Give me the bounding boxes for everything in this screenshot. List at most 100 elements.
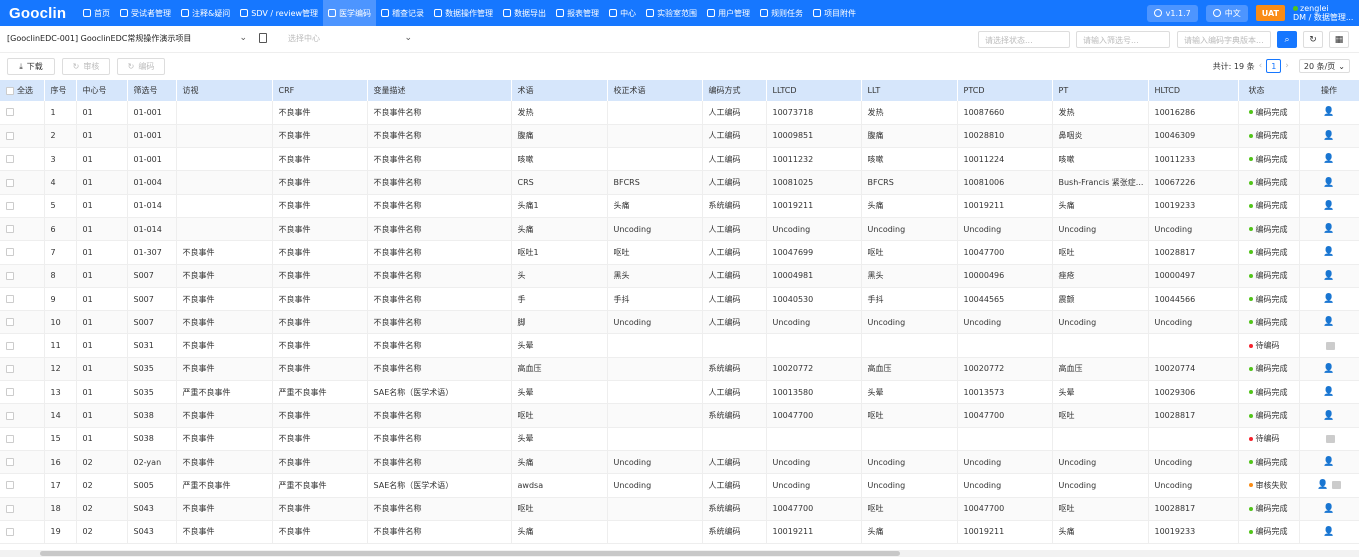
- current-page[interactable]: 1: [1266, 59, 1282, 73]
- column-header[interactable]: LLTCD: [766, 80, 862, 101]
- row-checkbox[interactable]: [6, 411, 14, 420]
- table-row[interactable]: 4 01 01-004 不良事件 不良事件名称 CRS BFCRS 人工编码 10081025 B…: [0, 170, 1359, 195]
- table-row[interactable]: 9 01 S007 不良事件 不良事件 不良事件名称手手抖 人工编码 10040530 手抖 10…: [0, 287, 1359, 312]
- assign-user-icon[interactable]: 👤: [1323, 364, 1334, 374]
- row-checkbox[interactable]: [6, 364, 14, 373]
- assign-user-icon[interactable]: 👤: [1323, 247, 1334, 257]
- column-header[interactable]: 筛选号: [127, 80, 177, 101]
- nav-item-2[interactable]: 注释&疑问: [176, 0, 235, 26]
- column-header[interactable]: 操作: [1299, 80, 1359, 101]
- row-checkbox[interactable]: [6, 201, 14, 210]
- row-checkbox[interactable]: [6, 434, 14, 443]
- nav-item-12[interactable]: 规则任务: [755, 0, 808, 26]
- column-header[interactable]: 中心号: [76, 80, 128, 101]
- select-all-header[interactable]: 全选: [0, 80, 45, 101]
- column-header[interactable]: 变量描述: [367, 80, 512, 101]
- assign-user-icon[interactable]: 👤: [1323, 294, 1334, 304]
- nav-item-1[interactable]: 受试者管理: [115, 0, 176, 26]
- table-row[interactable]: 19 02 S043 不良事件 不良事件 不良事件名称 头痛 系统编码 10019211 头痛 10…: [0, 520, 1359, 545]
- nav-item-13[interactable]: 项目附件: [808, 0, 861, 26]
- nav-item-11[interactable]: 用户管理: [702, 0, 755, 26]
- row-checkbox[interactable]: [6, 318, 14, 327]
- edit-code-icon[interactable]: [1326, 341, 1335, 350]
- column-header[interactable]: HLTCD: [1148, 80, 1239, 101]
- assign-user-icon[interactable]: 👤: [1323, 271, 1334, 281]
- table-row[interactable]: 1 01 01-001 不良事件 不良事件名称 发热 人工编码 10073718 发热 10087…: [0, 101, 1359, 125]
- row-checkbox[interactable]: [6, 504, 14, 513]
- table-row[interactable]: 14 01 S038 不良事件 不良事件 不良事件名称 呕吐 系统编码 10047700 呕吐 10…: [0, 403, 1359, 428]
- assign-user-icon[interactable]: 👤: [1317, 480, 1328, 490]
- project-select[interactable]: [GooclinEDC-001] GooclinEDC常规操作演示项目 ⌄: [7, 33, 247, 47]
- assign-user-icon[interactable]: 👤: [1323, 178, 1334, 188]
- column-header[interactable]: 校正术语: [607, 80, 703, 101]
- row-checkbox[interactable]: [6, 271, 14, 280]
- row-checkbox[interactable]: [6, 155, 14, 164]
- nav-item-9[interactable]: 中心: [604, 0, 641, 26]
- assign-user-icon[interactable]: 👤: [1323, 457, 1334, 467]
- status-select[interactable]: 请选择状态...: [978, 31, 1070, 48]
- select-all-checkbox[interactable]: [6, 86, 14, 95]
- table-row[interactable]: 5 01 01-014 不良事件 不良事件名称 头痛1 头痛 系统编码 10019211 头痛 10…: [0, 194, 1359, 218]
- dictionary-version-input[interactable]: 请输入编码字典版本...: [1177, 31, 1271, 48]
- column-header[interactable]: PTCD: [957, 80, 1053, 101]
- prev-page-icon[interactable]: ‹: [1259, 61, 1263, 71]
- table-row[interactable]: 18 02 S043 不良事件 不良事件 不良事件名称 呕吐 系统编码 10047700 呕吐 10…: [0, 497, 1359, 521]
- row-checkbox[interactable]: [6, 481, 14, 490]
- table-row[interactable]: 11 01 S031 不良事件 不良事件 不良事件名称 头晕 待编码: [0, 333, 1359, 358]
- row-checkbox[interactable]: [6, 108, 14, 117]
- table-row[interactable]: 13 01 S035 严重不良事件 严重不良事件 SAE名称（医学术语） 头晕 人工编码 100…: [0, 380, 1359, 405]
- column-header[interactable]: CRF: [272, 80, 368, 101]
- nav-item-5[interactable]: 稽查记录: [376, 0, 429, 26]
- scrollbar-thumb[interactable]: [40, 551, 900, 556]
- row-checkbox[interactable]: [6, 131, 14, 140]
- table-row[interactable]: 12 01 S035 不良事件 不良事件 不良事件名称 高血压 系统编码 10020772 高血压…: [0, 357, 1359, 382]
- assign-user-icon[interactable]: 👤: [1323, 201, 1334, 211]
- table-row[interactable]: 7 01 01-307 不良事件 不良事件 不良事件名称 呕吐1 呕吐 人工编码 10047699…: [0, 240, 1359, 265]
- version-button[interactable]: v1.1.7: [1146, 4, 1198, 22]
- table-row[interactable]: 8 01 S007 不良事件 不良事件 不良事件名称头黑头 人工编码 10004981 黑头 10…: [0, 264, 1359, 288]
- edit-code-icon[interactable]: [1331, 480, 1341, 489]
- download-button[interactable]: ⤓ 下载: [7, 58, 55, 75]
- column-header[interactable]: PT: [1052, 80, 1149, 101]
- assign-user-icon[interactable]: 👤: [1323, 107, 1334, 117]
- column-header[interactable]: LLT: [861, 80, 958, 101]
- assign-user-icon[interactable]: 👤: [1323, 317, 1334, 327]
- horizontal-scrollbar[interactable]: [0, 550, 1359, 557]
- page-size-select[interactable]: 20 条/页 ⌄: [1298, 59, 1350, 73]
- row-checkbox[interactable]: [6, 341, 14, 350]
- nav-item-4[interactable]: 医学编码: [323, 0, 377, 26]
- user-menu[interactable]: zenglei DM / 数据管理...: [1293, 4, 1359, 22]
- nav-item-7[interactable]: 数据导出: [498, 0, 551, 26]
- app-logo[interactable]: Gooclin: [0, 5, 78, 22]
- assign-user-icon[interactable]: 👤: [1323, 387, 1334, 397]
- search-button[interactable]: ⌕: [1277, 31, 1297, 48]
- nav-item-10[interactable]: 实验室范围: [641, 0, 702, 26]
- assign-user-icon[interactable]: 👤: [1323, 504, 1334, 514]
- column-header[interactable]: 编码方式: [702, 80, 767, 101]
- nav-item-3[interactable]: SDV / review管理: [235, 0, 323, 26]
- column-header[interactable]: 状态: [1238, 80, 1300, 101]
- table-row[interactable]: 16 02 02-yan 不良事件 不良事件 不良事件名称 头痛 Uncoding 人工编码 Un…: [0, 450, 1359, 475]
- column-settings-button[interactable]: ▦: [1329, 31, 1349, 48]
- assign-user-icon[interactable]: 👤: [1323, 411, 1334, 421]
- project-document-icon[interactable]: [259, 33, 267, 43]
- table-row[interactable]: 2 01 01-001 不良事件 不良事件名称 腹痛 人工编码 10009851 腹痛 10028…: [0, 124, 1359, 149]
- table-row[interactable]: 3 01 01-001 不良事件 不良事件名称 咳嗽 人工编码 10011232 咳嗽 10011…: [0, 147, 1359, 172]
- assign-user-icon[interactable]: 👤: [1323, 131, 1334, 141]
- row-checkbox[interactable]: [6, 178, 14, 187]
- assign-user-icon[interactable]: 👤: [1323, 224, 1334, 234]
- code-button[interactable]: ↻ 编码: [117, 58, 165, 75]
- row-checkbox[interactable]: [6, 458, 14, 467]
- table-row[interactable]: 15 01 S038 不良事件 不良事件 不良事件名称 头晕 待编码: [0, 427, 1359, 451]
- assign-user-icon[interactable]: 👤: [1323, 527, 1334, 537]
- row-checkbox[interactable]: [6, 295, 14, 304]
- column-header[interactable]: 访视: [176, 80, 273, 101]
- next-page-icon[interactable]: ›: [1285, 61, 1289, 71]
- nav-item-6[interactable]: 数据操作管理: [429, 0, 498, 26]
- row-checkbox[interactable]: [6, 527, 14, 536]
- review-button[interactable]: ↻ 审核: [62, 58, 110, 75]
- row-checkbox[interactable]: [6, 248, 14, 257]
- screening-number-input[interactable]: 请输入筛选号...: [1076, 31, 1170, 48]
- nav-item-0[interactable]: 首页: [78, 0, 115, 26]
- table-row[interactable]: 10 01 S007 不良事件 不良事件 不良事件名称脚 Uncoding 人工编码 Uncod…: [0, 310, 1359, 335]
